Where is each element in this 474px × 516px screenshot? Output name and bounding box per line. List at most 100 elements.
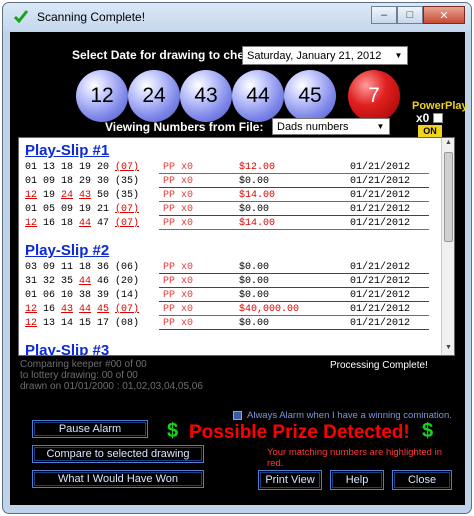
pick-number: 21 [97, 204, 110, 215]
pick-powerball: (06) [115, 262, 140, 273]
pick-number: 06 [43, 290, 56, 301]
checkmark-icon [13, 10, 29, 24]
play-slip-list[interactable]: ▲ ▼ Play-Slip #1 01 13 18 19 20 (07) PP x0 $12.0… [18, 137, 455, 356]
scroll-up-icon[interactable]: ▲ [443, 139, 454, 149]
powerball: 7 [348, 70, 400, 122]
play-slip-title[interactable]: Play-Slip #2 [25, 242, 109, 259]
what-would-have-won-button[interactable]: What I Would Have Won [32, 470, 204, 488]
drawn-ball-2: 24 [128, 70, 180, 122]
help-label: Help [345, 474, 369, 486]
pick-number: 10 [61, 290, 74, 301]
play-slip-title[interactable]: Play-Slip #1 [25, 142, 109, 159]
pick-number: 18 [61, 218, 74, 229]
dollar-icon: $ [422, 420, 434, 442]
compare-button[interactable]: Compare to selected drawing [32, 445, 204, 463]
pick-number: 13 [43, 318, 56, 329]
always-alarm-checkbox[interactable] [233, 411, 242, 420]
pick-number: 43 [61, 304, 74, 315]
file-dropdown[interactable]: Dads numbers ▼ [272, 118, 390, 135]
drawing-date: 01/21/2012 [350, 276, 411, 287]
play-slip-row: 03 09 11 18 36 (06) PP x0 $0.00 01/21/2012 [25, 262, 437, 274]
chevron-down-icon: ▼ [394, 51, 403, 60]
prize-amount: $0.00 [239, 176, 270, 187]
pick-number: 01 [25, 204, 38, 215]
file-value: Dads numbers [277, 120, 349, 133]
prize-amount: $14.00 [239, 190, 276, 201]
pick-powerball: (35) [115, 176, 140, 187]
pick-number: 44 [79, 276, 92, 287]
vertical-scrollbar[interactable]: ▲ ▼ [441, 138, 454, 355]
prize-detected-banner: Possible Prize Detected! [189, 422, 410, 443]
pick-number: 29 [79, 176, 92, 187]
drawing-date: 01/21/2012 [350, 218, 411, 229]
pick-number: 44 [79, 218, 92, 229]
pick-number: 14 [61, 318, 74, 329]
close-window-button[interactable]: ✕ [423, 6, 465, 24]
dollar-icon: $ [167, 420, 179, 442]
pick-number: 01 [25, 176, 38, 187]
pick-number: 18 [79, 262, 92, 273]
powerplay-checkbox[interactable] [433, 113, 443, 123]
pick-powerball: (07) [115, 304, 140, 315]
powerplay-toggle[interactable]: ON [418, 125, 442, 137]
pick-powerball: (35) [115, 190, 140, 201]
maximize-button[interactable]: □ [397, 6, 423, 24]
pick-number: 16 [43, 218, 56, 229]
help-button[interactable]: Help [330, 470, 384, 490]
pause-alarm-button[interactable]: Pause Alarm [32, 420, 148, 438]
pick-number: 24 [61, 190, 74, 201]
play-slip-row: 12 16 18 44 47 (07) PP x0 $14.00 01/21/2012 [25, 218, 437, 230]
status-line: drawn on 01/01/2000 : 01,02,03,04,05,06 [20, 381, 203, 392]
play-slip-row: 12 16 43 44 45 (07) PP x0 $40,000.00 01/21/2012 [25, 304, 437, 316]
powerplay-multiplier-cell: PP x0 [163, 204, 194, 215]
powerplay-multiplier-cell: PP x0 [163, 162, 194, 173]
play-slip-row: 31 32 35 44 46 (20) PP x0 $0.00 01/21/2012 [25, 276, 437, 288]
minimize-button[interactable]: – [371, 6, 397, 24]
compare-status: Comparing keeper #00 of 00 to lottery dr… [20, 359, 203, 392]
pick-number: 18 [61, 176, 74, 187]
prize-amount: $14.00 [239, 218, 276, 229]
prize-amount: $40,000.00 [239, 304, 300, 315]
pick-number: 12 [25, 318, 38, 329]
file-label: Viewing Numbers from File: [105, 120, 264, 134]
pick-number: 45 [97, 304, 110, 315]
pick-powerball: (14) [115, 290, 140, 301]
drawn-ball-1: 12 [76, 70, 128, 122]
scroll-thumb[interactable] [444, 152, 453, 242]
pick-number: 17 [97, 318, 110, 329]
pick-number: 50 [97, 190, 110, 201]
drawing-date: 01/21/2012 [350, 290, 411, 301]
date-label: Select Date for drawing to check: [72, 48, 262, 62]
pick-powerball: (08) [115, 318, 140, 329]
date-dropdown[interactable]: Saturday, January 21, 2012 ▼ [242, 46, 408, 65]
print-view-button[interactable]: Print View [258, 470, 322, 490]
prize-amount: $12.00 [239, 162, 276, 173]
pick-number: 43 [79, 190, 92, 201]
drawing-date: 01/21/2012 [350, 318, 411, 329]
drawn-ball-3: 43 [180, 70, 232, 122]
play-slip-title[interactable]: Play-Slip #3 [25, 342, 109, 355]
powerplay-multiplier-cell: PP x0 [163, 262, 194, 273]
close-button[interactable]: Close [392, 470, 452, 490]
powerplay-multiplier-cell: PP x0 [163, 190, 194, 201]
title-bar: Scanning Complete! – □ ✕ [3, 3, 471, 31]
prize-amount: $0.00 [239, 318, 270, 329]
status-line: to lottery drawing: 00 of 00 [20, 370, 138, 381]
pick-number: 47 [97, 218, 110, 229]
play-slip-row: 01 06 10 38 39 (14) PP x0 $0.00 01/21/2012 [25, 290, 437, 302]
play-slip-row: 01 13 18 19 20 (07) PP x0 $12.00 01/21/2012 [25, 162, 437, 174]
pick-number: 09 [43, 262, 56, 273]
pick-number: 18 [61, 162, 74, 173]
powerplay-multiplier-cell: PP x0 [163, 290, 194, 301]
play-slip-row: 12 19 24 43 50 (35) PP x0 $14.00 01/21/2012 [25, 190, 437, 202]
pick-number: 13 [43, 162, 56, 173]
scroll-down-icon[interactable]: ▼ [443, 344, 454, 354]
window-title: Scanning Complete! [37, 10, 146, 24]
pick-number: 35 [61, 276, 74, 287]
pick-number: 31 [25, 276, 38, 287]
pick-number: 44 [79, 304, 92, 315]
pick-number: 38 [79, 290, 92, 301]
print-view-label: Print View [265, 474, 315, 486]
pick-number: 12 [25, 218, 38, 229]
pick-powerball: (20) [115, 276, 140, 287]
